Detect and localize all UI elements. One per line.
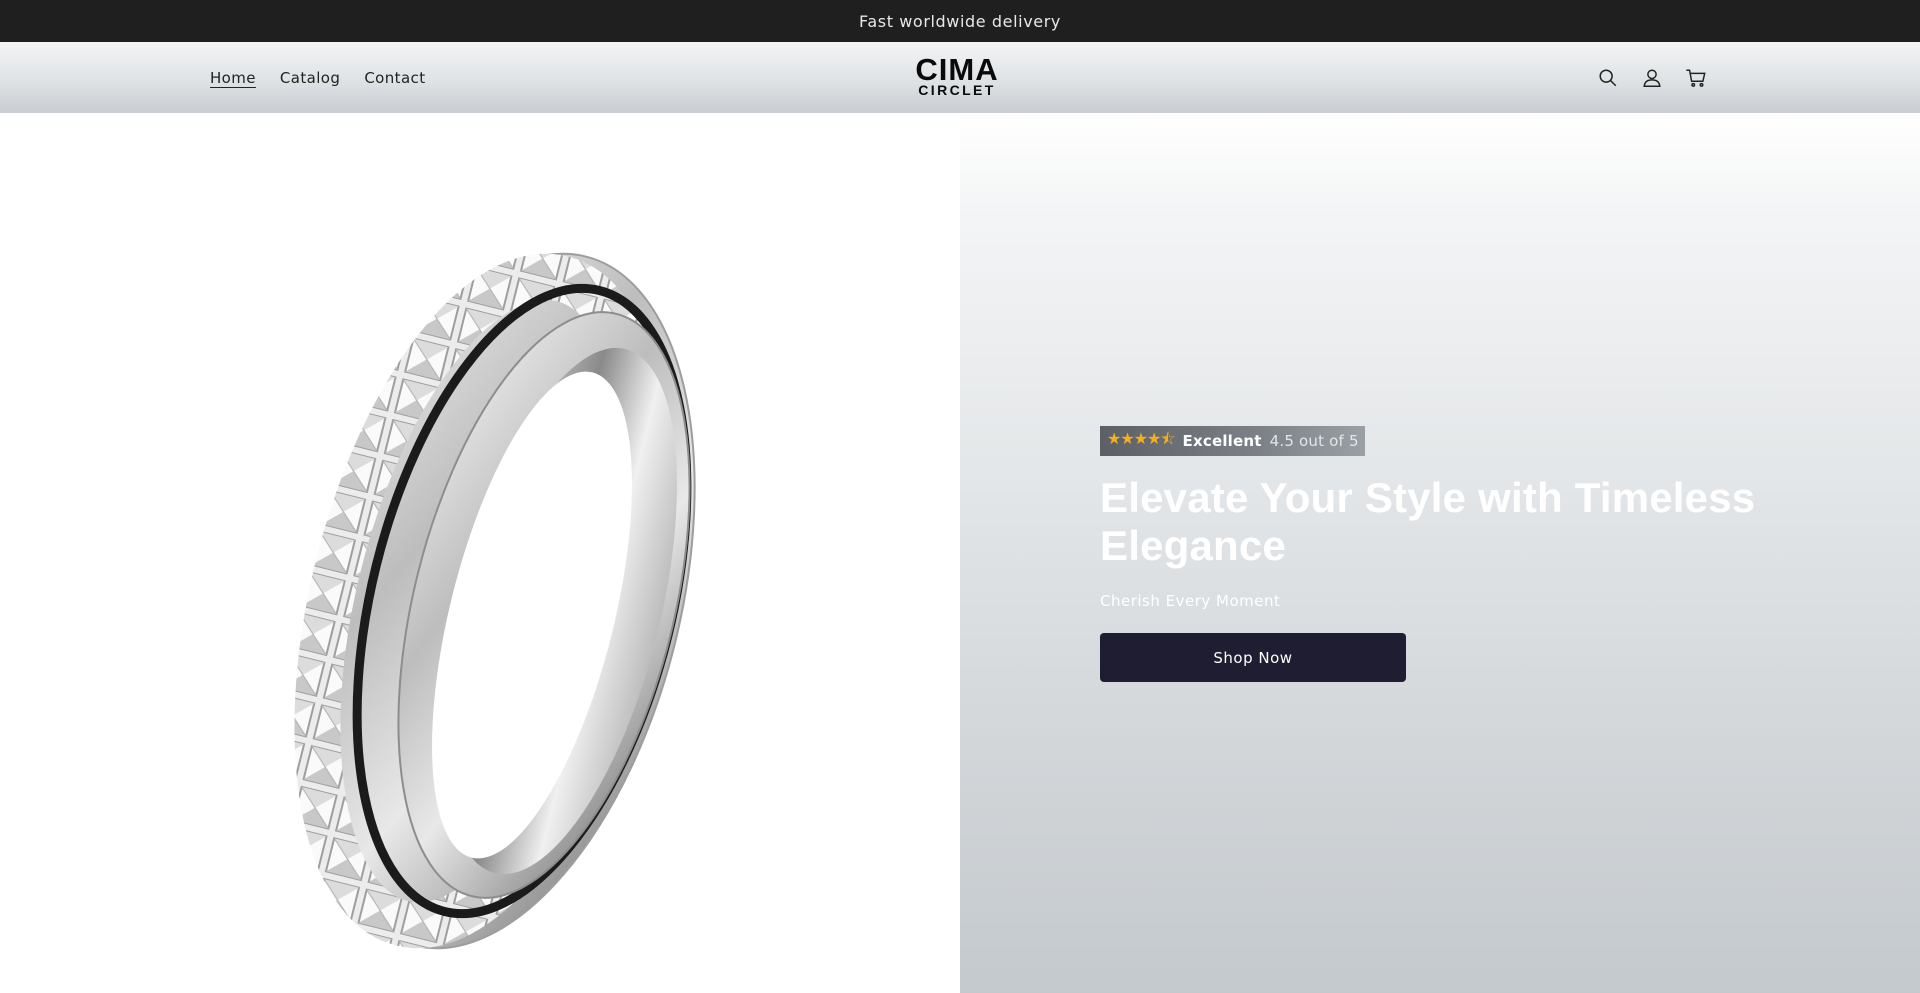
rating-badge: ★★★★⯪ Excellent 4.5 out of 5	[1100, 426, 1365, 456]
announcement-bar: Fast worldwide delivery	[0, 0, 1920, 42]
logo-line1: CIMA	[915, 52, 999, 87]
header-icons	[1596, 42, 1708, 113]
search-icon	[1599, 68, 1617, 86]
ring-image	[294, 252, 696, 950]
account-button[interactable]	[1640, 66, 1664, 90]
account-icon	[1643, 68, 1661, 87]
hero-section: ★★★★⯪ Excellent 4.5 out of 5 Elevate You…	[0, 113, 1920, 993]
cart-icon	[1686, 68, 1706, 87]
announcement-text: Fast worldwide delivery	[859, 11, 1061, 31]
hero-image-panel	[0, 113, 960, 993]
brand-logo[interactable]: CIMA CIRCLET	[912, 52, 1002, 100]
shop-now-button[interactable]: Shop Now	[1100, 633, 1406, 682]
search-button[interactable]	[1596, 66, 1620, 90]
main-nav: Home Catalog Contact	[210, 42, 425, 113]
logo-line2: CIRCLET	[918, 82, 996, 98]
cart-button[interactable]	[1684, 66, 1708, 90]
rating-stars-icon: ★★★★⯪	[1107, 428, 1176, 448]
rating-label: Excellent	[1182, 432, 1262, 450]
hero-subheading: Cherish Every Moment	[1100, 592, 1281, 610]
hero-headline: Elevate Your Style with Timeless Eleganc…	[1100, 474, 1756, 569]
nav-link-catalog[interactable]: Catalog	[280, 69, 340, 87]
rating-text: 4.5 out of 5	[1269, 432, 1359, 450]
site-header: Home Catalog Contact CIMA CIRCLET	[0, 42, 1920, 113]
nav-link-contact[interactable]: Contact	[364, 69, 425, 87]
nav-link-home[interactable]: Home	[210, 69, 256, 87]
